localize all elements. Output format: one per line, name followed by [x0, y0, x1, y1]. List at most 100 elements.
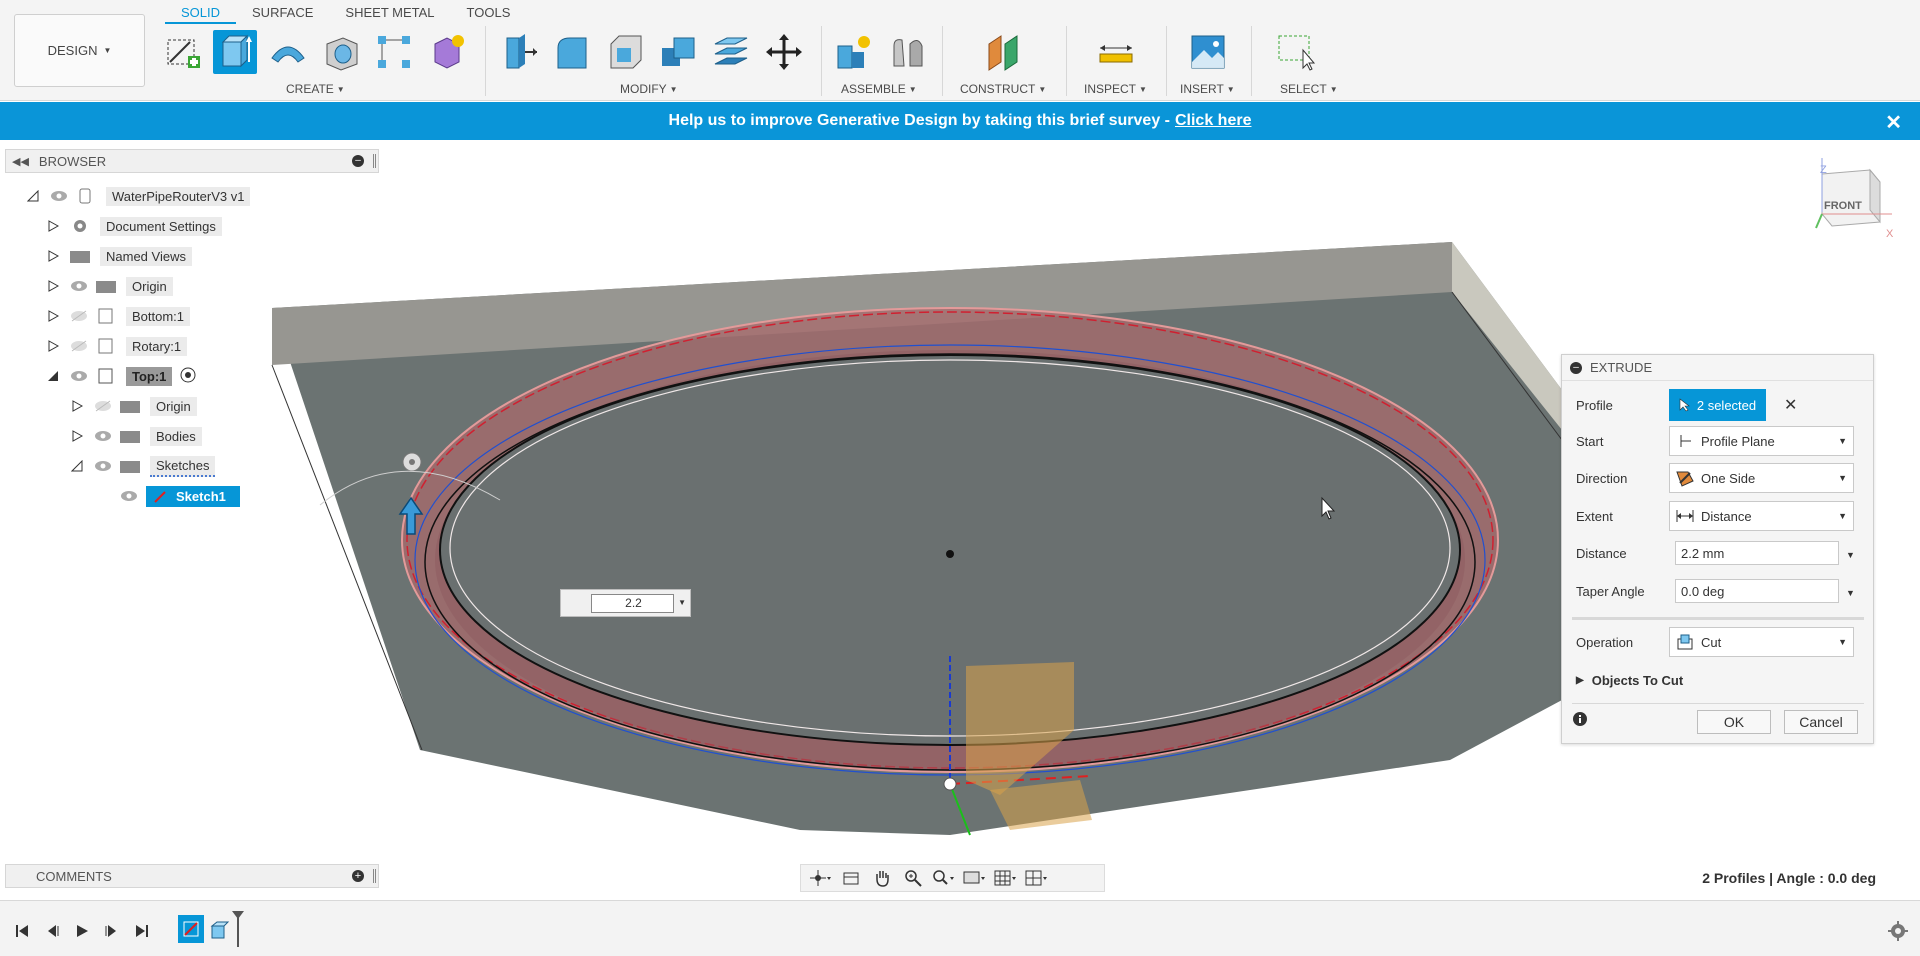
- grid-icon[interactable]: [993, 867, 1019, 889]
- timeline-sketch-item[interactable]: [178, 915, 204, 943]
- eye-icon[interactable]: [120, 490, 138, 502]
- pattern-tool[interactable]: [372, 30, 416, 74]
- tree-item-document-settings[interactable]: Document Settings: [46, 214, 222, 238]
- browser-panel-header[interactable]: ◀◀ BROWSER –: [5, 149, 379, 173]
- taper-angle-input[interactable]: 0.0 deg: [1675, 579, 1839, 603]
- expanded-triangle-icon[interactable]: [46, 369, 60, 383]
- collapsed-triangle-icon[interactable]: [70, 429, 84, 443]
- chevron-down-icon[interactable]: ▼: [678, 598, 686, 607]
- panel-pin-icon[interactable]: [373, 869, 376, 883]
- cancel-button[interactable]: Cancel: [1784, 710, 1858, 734]
- start-select[interactable]: Profile Plane ▼: [1669, 426, 1854, 456]
- panel-pin-icon[interactable]: [373, 154, 376, 168]
- tree-item-bottom[interactable]: Bottom:1: [46, 304, 191, 328]
- extrude-dialog-header[interactable]: – EXTRUDE: [1562, 355, 1873, 381]
- info-icon[interactable]: [1572, 711, 1588, 730]
- fillet-tool[interactable]: [550, 30, 594, 74]
- collapsed-triangle-icon[interactable]: [46, 279, 60, 293]
- assemble-menu[interactable]: ASSEMBLE ▼: [841, 82, 917, 96]
- tree-item-origin[interactable]: Origin: [46, 274, 173, 298]
- tab-solid[interactable]: SOLID: [165, 0, 237, 24]
- pan-hand-icon[interactable]: [869, 867, 895, 889]
- workspace-switcher-button[interactable]: DESIGN ▼: [14, 14, 145, 87]
- expanded-triangle-icon[interactable]: [26, 189, 40, 203]
- tree-item-sketch1[interactable]: Sketch1: [120, 484, 240, 508]
- comments-panel-header[interactable]: COMMENTS +: [5, 864, 379, 888]
- view-cube[interactable]: FRONT Z X: [1808, 152, 1898, 242]
- chevron-down-icon[interactable]: ▼: [1846, 588, 1855, 598]
- tree-item-bodies[interactable]: Bodies: [70, 424, 202, 448]
- modify-menu[interactable]: MODIFY ▼: [620, 82, 678, 96]
- step-back-icon[interactable]: [42, 921, 62, 941]
- timeline-extrude-item[interactable]: [208, 917, 232, 943]
- collapsed-triangle-icon[interactable]: [46, 249, 60, 263]
- gear-icon[interactable]: [1888, 921, 1908, 944]
- play-icon[interactable]: [72, 921, 92, 941]
- extent-select[interactable]: Distance ▼: [1669, 501, 1854, 531]
- clear-selection-icon[interactable]: ✕: [1784, 395, 1797, 415]
- eye-icon[interactable]: [94, 460, 112, 472]
- press-pull-tool[interactable]: [497, 30, 541, 74]
- inspect-menu[interactable]: INSPECT ▼: [1084, 82, 1147, 96]
- offset-plane-tool[interactable]: [981, 30, 1025, 74]
- eye-icon[interactable]: [50, 190, 68, 202]
- objects-to-cut-row[interactable]: ▶ Objects To Cut: [1576, 665, 1683, 695]
- direction-select[interactable]: One Side ▼: [1669, 463, 1854, 493]
- combine-tool[interactable]: [656, 30, 700, 74]
- eye-icon[interactable]: [70, 280, 88, 292]
- look-at-icon[interactable]: [838, 867, 864, 889]
- tree-item-rotary[interactable]: Rotary:1: [46, 334, 188, 358]
- collapsed-triangle-icon[interactable]: [46, 309, 60, 323]
- profile-selection-button[interactable]: 2 selected: [1669, 389, 1766, 421]
- tree-item-named-views[interactable]: Named Views: [46, 244, 192, 268]
- tree-item-top[interactable]: Top:1: [46, 364, 196, 388]
- create-sketch-tool[interactable]: [160, 30, 204, 74]
- select-tool[interactable]: [1275, 30, 1319, 74]
- move-tool[interactable]: [762, 30, 806, 74]
- step-forward-icon[interactable]: [102, 921, 122, 941]
- eye-icon[interactable]: [70, 370, 88, 382]
- expand-triangle-icon[interactable]: ▶: [1576, 675, 1584, 686]
- joint-tool[interactable]: [886, 30, 930, 74]
- chevron-down-icon[interactable]: ▼: [1846, 550, 1855, 560]
- hole-tool[interactable]: [319, 30, 363, 74]
- tab-sheet-metal[interactable]: SHEET METAL: [329, 0, 450, 24]
- orbit-icon[interactable]: [807, 867, 833, 889]
- collapsed-triangle-icon[interactable]: [70, 399, 84, 413]
- select-menu[interactable]: SELECT ▼: [1280, 82, 1338, 96]
- close-icon[interactable]: ✕: [1885, 110, 1902, 135]
- banner-link[interactable]: Click here: [1175, 112, 1251, 130]
- measure-tool[interactable]: [1094, 30, 1138, 74]
- zoom-icon[interactable]: [900, 867, 926, 889]
- viewports-icon[interactable]: [1024, 867, 1050, 889]
- distance-value-input[interactable]: 2.2 ▼: [560, 589, 691, 617]
- tree-item-top-origin[interactable]: Origin: [70, 394, 197, 418]
- shell-tool[interactable]: [603, 30, 647, 74]
- construct-menu[interactable]: CONSTRUCT ▼: [960, 82, 1046, 96]
- eye-hidden-icon[interactable]: [94, 400, 112, 412]
- extrude-tool[interactable]: [213, 30, 257, 74]
- zoom-window-icon[interactable]: [931, 867, 957, 889]
- insert-menu[interactable]: INSERT ▼: [1180, 82, 1235, 96]
- tree-item-root[interactable]: WaterPipeRouterV3 v1: [26, 184, 251, 208]
- go-to-start-icon[interactable]: [12, 921, 32, 941]
- offset-face-tool[interactable]: [709, 30, 753, 74]
- activate-component-icon[interactable]: [180, 367, 196, 386]
- add-comment-icon[interactable]: +: [352, 870, 364, 882]
- minimize-icon[interactable]: –: [352, 155, 364, 167]
- distance-input[interactable]: 2.2 mm: [1675, 541, 1839, 565]
- eye-hidden-icon[interactable]: [70, 340, 88, 352]
- minimize-icon[interactable]: –: [1570, 362, 1582, 374]
- create-menu[interactable]: CREATE ▼: [286, 82, 345, 96]
- tree-item-sketches[interactable]: Sketches: [70, 454, 216, 478]
- tab-tools[interactable]: TOOLS: [451, 0, 527, 24]
- display-settings-icon[interactable]: [962, 867, 988, 889]
- tab-surface[interactable]: SURFACE: [236, 0, 329, 24]
- collapsed-triangle-icon[interactable]: [46, 219, 60, 233]
- ok-button[interactable]: OK: [1697, 710, 1771, 734]
- revolve-tool[interactable]: [266, 30, 310, 74]
- timeline-marker-icon[interactable]: [232, 911, 244, 950]
- create-form-tool[interactable]: [425, 30, 469, 74]
- expanded-triangle-icon[interactable]: [70, 459, 84, 473]
- eye-icon[interactable]: [94, 430, 112, 442]
